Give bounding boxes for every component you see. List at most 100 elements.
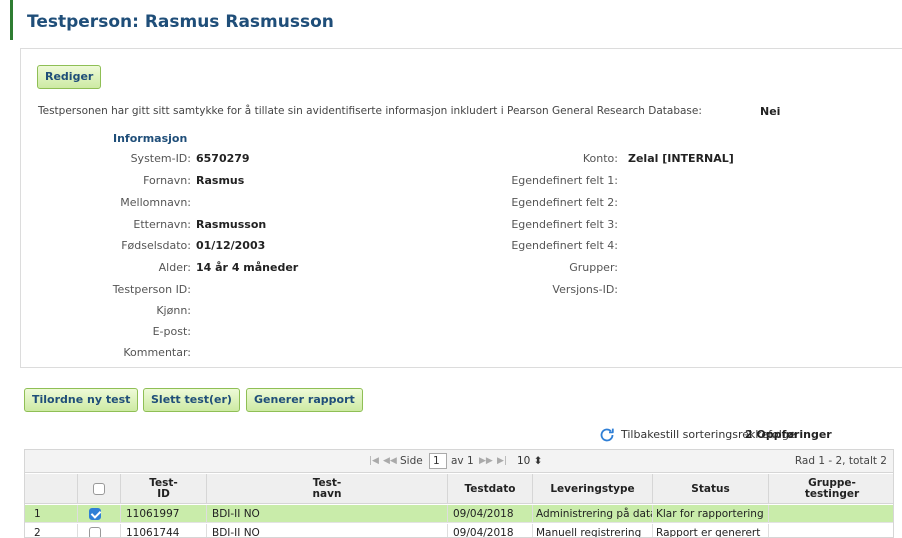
account-label: Konto: [582,152,618,165]
rows-per-page-select[interactable]: 10 ⬍ [517,453,549,469]
field-groups: Grupper: [321,261,618,277]
entries-count: 2 Oppføringer [745,428,832,441]
status-cell: Rapport er generert [653,524,769,537]
field-account: Konto: [321,152,618,168]
test-date-cell: 09/04/2018 [448,524,533,537]
version-id-label: Versjons-ID: [552,283,618,296]
col-test-id[interactable]: Test- ID [121,474,207,504]
groups-label: Grupper: [569,261,618,274]
row-number: 1 [25,505,78,523]
assign-test-button[interactable]: Tilordne ny test [24,388,139,412]
generate-report-button[interactable]: Generer rapport [246,388,363,412]
test-name-cell: BDI-II NO [207,505,448,523]
row-number: 2 [25,524,78,537]
field-age: Alder: [21,261,191,277]
test-id-cell: 11061744 [121,524,207,537]
field-version-id: Versjons-ID: [321,283,618,299]
consent-text: Testpersonen har gitt sitt samtykke for … [38,105,702,117]
col-status-label: Status [691,482,730,495]
status-cell: Klar for rapportering [653,505,769,523]
field-comment: Kommentar: [21,346,191,362]
field-custom-1: Egendefinert felt 1: [321,174,618,190]
table-row[interactable]: 1 11061997 BDI-II NO 09/04/2018 Administ… [25,505,893,523]
test-date-cell: 09/04/2018 [448,505,533,523]
first-name-label: Fornavn: [143,174,191,187]
first-name-value: Rasmus [196,174,245,187]
col-test-date[interactable]: Testdato [448,474,533,504]
delete-tests-button[interactable]: Slett test(er) [143,388,240,412]
table-header: Test- ID Test-navn Testdato Leveringstype… [25,474,893,504]
refresh-icon[interactable] [598,426,616,444]
group-tests-cell [769,505,893,523]
last-page-icon[interactable]: ▶| [497,456,507,466]
page-title: Testperson: Rasmus Rasmusson [27,12,334,32]
field-custom-3: Egendefinert felt 3: [321,218,618,234]
field-system-id: System-ID: [21,152,191,168]
col-test-name[interactable]: Test-navn [207,474,448,504]
age-label: Alder: [158,261,191,274]
person-details-panel: Rediger Testpersonen har gitt sitt samty… [20,48,902,368]
select-arrows-icon: ⬍ [533,455,543,467]
gender-label: Kjønn: [156,304,191,317]
col-test-name-label-2: navn [312,488,342,500]
field-testperson-id: Testperson ID: [21,283,191,299]
field-first-name: Fornavn: [21,174,191,190]
delivery-type-cell: Manuell registrering [533,524,653,537]
pager-bar: |◀ ◀◀ Side 1 av 1 ▶▶ ▶| 10 ⬍ Rad 1 - 2, … [25,450,893,473]
col-test-date-label: Testdato [464,482,516,495]
field-gender: Kjønn: [21,304,191,320]
field-custom-2: Egendefinert felt 2: [321,196,618,212]
prev-page-icon[interactable]: ◀◀ [383,456,397,466]
custom-3-label: Egendefinert felt 3: [511,218,618,231]
age-value: 14 år 4 måneder [196,261,299,274]
table-row[interactable]: 2 11061744 BDI-II NO 09/04/2018 Manuell … [25,524,893,537]
field-email: E-post: [21,325,191,341]
page-count: av 1 [451,455,474,467]
birth-date-value: 01/12/2003 [196,239,266,252]
testperson-id-label: Testperson ID: [112,283,191,296]
rows-per-page-value: 10 [517,455,531,467]
col-delivery-type-label: Leveringstype [550,482,635,495]
test-name-cell: BDI-II NO [207,524,448,537]
middle-name-label: Mellomnavn: [120,196,191,209]
tests-table: |◀ ◀◀ Side 1 av 1 ▶▶ ▶| 10 ⬍ Rad 1 - 2, … [24,449,894,538]
last-name-value: Rasmusson [196,218,267,231]
group-tests-cell [769,524,893,537]
comment-label: Kommentar: [123,346,191,359]
edit-button[interactable]: Rediger [37,65,102,89]
row-select-cell [78,524,121,537]
row-select-cell [78,505,121,523]
select-all-checkbox[interactable] [93,483,105,495]
test-id-cell: 11061997 [121,505,207,523]
row-checkbox[interactable] [89,508,101,520]
col-row-number [25,474,78,504]
consent-value: Nei [760,105,781,118]
system-id-label: System-ID: [130,152,191,165]
col-test-id-label-2: ID [157,488,170,500]
account-value: Zelal [INTERNAL] [628,152,734,165]
custom-4-label: Egendefinert felt 4: [511,239,618,252]
system-id-value: 6570279 [196,152,250,165]
sort-reset-row: Tilbakestill sorteringsrekkefølge 2 Oppf… [598,426,902,444]
next-page-icon[interactable]: ▶▶ [479,456,493,466]
field-custom-4: Egendefinert felt 4: [321,239,618,255]
last-name-label: Etternavn: [133,218,191,231]
email-label: E-post: [152,325,191,338]
info-heading: Informasjon [113,132,188,145]
title-bar: Testperson: Rasmus Rasmusson [10,0,902,40]
col-group-tests[interactable]: Gruppe-testinger [769,474,893,504]
col-select [78,474,121,504]
col-status[interactable]: Status [653,474,769,504]
field-middle-name: Mellomnavn: [21,196,191,212]
col-delivery-type[interactable]: Leveringstype [533,474,653,504]
page-input[interactable]: 1 [429,453,447,469]
first-page-icon[interactable]: |◀ [369,456,379,466]
birth-date-label: Fødselsdato: [121,239,191,252]
col-group-tests-label-2: testinger [804,488,860,500]
row-checkbox[interactable] [89,527,101,537]
custom-2-label: Egendefinert felt 2: [511,196,618,209]
field-birth-date: Fødselsdato: [21,239,191,255]
rows-summary: Rad 1 - 2, totalt 2 [794,455,887,467]
page-label: Side [400,455,423,467]
custom-1-label: Egendefinert felt 1: [511,174,618,187]
